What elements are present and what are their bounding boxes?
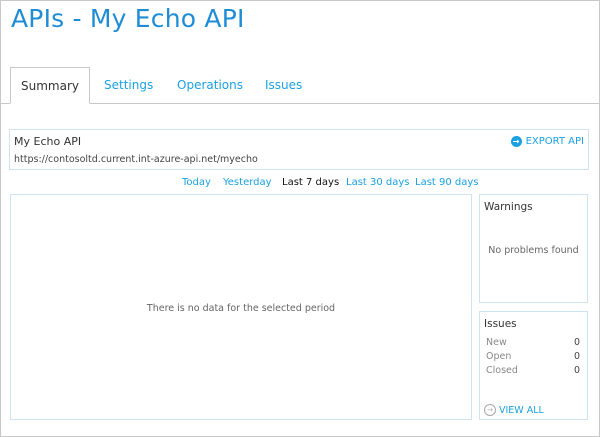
period-selector: Today Yesterday Last 7 days Last 30 days… [0, 177, 600, 189]
export-api-button[interactable]: → EXPORT API [510, 136, 584, 147]
tab-summary[interactable]: Summary [10, 67, 90, 104]
arrow-right-icon: → [484, 404, 496, 416]
view-all-label: VIEW ALL [499, 404, 544, 416]
issues-row-value: 0 [573, 365, 580, 376]
period-today[interactable]: Today [182, 177, 211, 188]
export-icon: → [510, 136, 522, 147]
api-url: https://contosoltd.current.int-azure-api… [14, 154, 258, 165]
period-yesterday[interactable]: Yesterday [223, 177, 272, 188]
period-last-7-days[interactable]: Last 7 days [282, 177, 339, 188]
tab-issues[interactable]: Issues [265, 67, 302, 104]
issues-row-label: New [486, 337, 507, 348]
issues-row-value: 0 [573, 337, 580, 348]
issues-panel: Issues New 0 Open 0 Closed 0 → VIEW ALL [479, 311, 588, 420]
view-all-issues-link[interactable]: → VIEW ALL [484, 404, 544, 416]
issues-row-open: Open 0 [486, 351, 580, 362]
issues-row-value: 0 [573, 351, 580, 362]
issues-row-new: New 0 [486, 337, 580, 348]
issues-row-label: Closed [486, 365, 518, 376]
tab-operations[interactable]: Operations [177, 67, 243, 104]
issues-row-closed: Closed 0 [486, 365, 580, 376]
issues-row-label: Open [486, 351, 512, 362]
no-data-message: There is no data for the selected period [146, 303, 336, 314]
tab-settings[interactable]: Settings [104, 67, 153, 104]
warnings-panel: Warnings No problems found [479, 194, 588, 303]
period-last-90-days[interactable]: Last 90 days [415, 177, 479, 188]
warnings-title: Warnings [484, 201, 533, 213]
period-last-30-days[interactable]: Last 30 days [346, 177, 410, 188]
api-name: My Echo API [14, 135, 82, 148]
warnings-message: No problems found [488, 245, 579, 256]
export-api-label: EXPORT API [525, 136, 584, 147]
page-title: APIs - My Echo API [11, 4, 245, 33]
tab-bar: Summary Settings Operations Issues [0, 67, 600, 104]
issues-title: Issues [484, 318, 517, 330]
api-info-panel: My Echo API https://contosoltd.current.i… [9, 129, 589, 170]
usage-chart-panel: There is no data for the selected period [10, 194, 472, 420]
